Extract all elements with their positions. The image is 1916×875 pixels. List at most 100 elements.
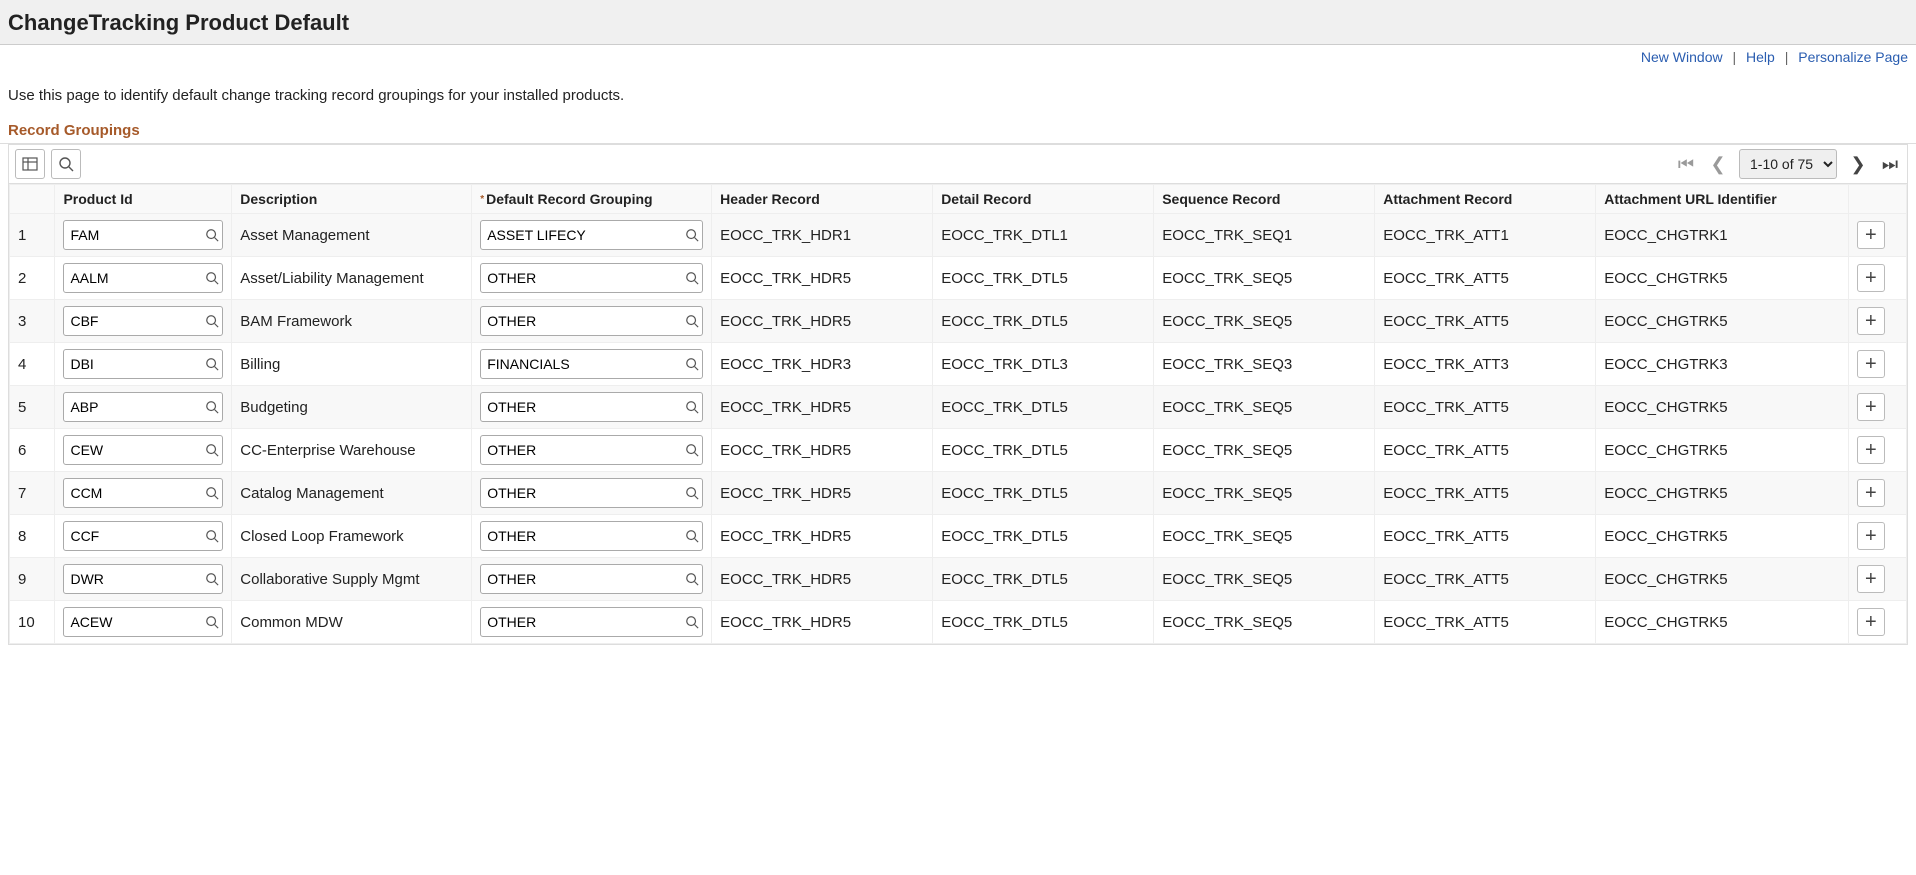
search-icon	[205, 615, 219, 629]
default-grouping-header[interactable]: *Default Record Grouping	[472, 185, 712, 214]
default-grouping-lookup-button[interactable]	[682, 357, 702, 371]
description-cell: Collaborative Supply Mgmt	[232, 558, 472, 601]
attachment-url-cell: EOCC_CHGTRK5	[1596, 300, 1849, 343]
plus-icon: +	[1865, 396, 1877, 419]
pager-range-select[interactable]: 1-10 of 75	[1739, 149, 1837, 179]
default-grouping-input[interactable]	[481, 270, 682, 286]
sequence-record-cell: EOCC_TRK_SEQ5	[1154, 257, 1375, 300]
product-id-input[interactable]	[64, 227, 202, 243]
add-row-button[interactable]: +	[1857, 436, 1885, 464]
add-row-button[interactable]: +	[1857, 608, 1885, 636]
next-page-icon[interactable]: ❯	[1847, 154, 1869, 175]
default-grouping-lookup-button[interactable]	[682, 615, 702, 629]
add-row-button[interactable]: +	[1857, 565, 1885, 593]
product-id-lookup-button[interactable]	[202, 529, 222, 543]
product-id-lookup-button[interactable]	[202, 486, 222, 500]
row-number-cell: 4	[10, 343, 55, 386]
add-row-button[interactable]: +	[1857, 307, 1885, 335]
default-grouping-input[interactable]	[481, 356, 682, 372]
default-grouping-lookup-button[interactable]	[682, 228, 702, 242]
product-id-lookup-button[interactable]	[202, 228, 222, 242]
default-grouping-lookup-button[interactable]	[682, 529, 702, 543]
default-grouping-input[interactable]	[481, 571, 682, 587]
page-header: ChangeTracking Product Default	[0, 0, 1916, 45]
add-row-button[interactable]: +	[1857, 393, 1885, 421]
attachment-url-header[interactable]: Attachment URL Identifier	[1596, 185, 1849, 214]
default-grouping-input[interactable]	[481, 485, 682, 501]
grid-settings-button[interactable]	[15, 149, 45, 179]
add-row-button[interactable]: +	[1857, 264, 1885, 292]
new-window-link[interactable]: New Window	[1641, 49, 1723, 65]
prev-page-icon[interactable]: ❮	[1707, 154, 1729, 175]
detail-record-header[interactable]: Detail Record	[933, 185, 1154, 214]
help-link[interactable]: Help	[1746, 49, 1775, 65]
product-id-lookup-button[interactable]	[202, 572, 222, 586]
last-page-icon[interactable]: ⏭	[1879, 154, 1901, 175]
product-id-input[interactable]	[64, 313, 202, 329]
description-header[interactable]: Description	[232, 185, 472, 214]
table-row: 6CC-Enterprise WarehouseEOCC_TRK_HDR5EOC…	[10, 429, 1907, 472]
header-record-cell: EOCC_TRK_HDR5	[712, 601, 933, 644]
header-record-cell: EOCC_TRK_HDR5	[712, 429, 933, 472]
detail-record-cell: EOCC_TRK_DTL5	[933, 300, 1154, 343]
plus-icon: +	[1865, 482, 1877, 505]
default-grouping-input[interactable]	[481, 399, 682, 415]
product-id-lookup-button[interactable]	[202, 443, 222, 457]
default-grouping-input[interactable]	[481, 614, 682, 630]
plus-icon: +	[1865, 224, 1877, 247]
product-id-lookup-button[interactable]	[202, 314, 222, 328]
product-id-input[interactable]	[64, 571, 202, 587]
product-id-input[interactable]	[64, 614, 202, 630]
sequence-record-header[interactable]: Sequence Record	[1154, 185, 1375, 214]
default-grouping-input[interactable]	[481, 528, 682, 544]
product-id-lookup-button[interactable]	[202, 400, 222, 414]
default-grouping-input[interactable]	[481, 313, 682, 329]
default-grouping-lookup-button[interactable]	[682, 443, 702, 457]
add-row-button[interactable]: +	[1857, 221, 1885, 249]
header-record-header[interactable]: Header Record	[712, 185, 933, 214]
product-id-lookup-button[interactable]	[202, 271, 222, 285]
sequence-record-cell: EOCC_TRK_SEQ5	[1154, 429, 1375, 472]
default-grouping-lookup-button[interactable]	[682, 314, 702, 328]
default-grouping-input[interactable]	[481, 442, 682, 458]
plus-icon: +	[1865, 525, 1877, 548]
product-id-input[interactable]	[64, 528, 202, 544]
header-record-cell: EOCC_TRK_HDR5	[712, 257, 933, 300]
row-number-cell: 7	[10, 472, 55, 515]
add-row-button[interactable]: +	[1857, 350, 1885, 378]
add-row-button[interactable]: +	[1857, 522, 1885, 550]
first-page-icon[interactable]: ⏮	[1675, 154, 1697, 175]
link-separator: |	[1733, 49, 1737, 65]
personalize-page-link[interactable]: Personalize Page	[1798, 49, 1908, 65]
default-grouping-cell	[472, 343, 712, 386]
product-id-lookup-button[interactable]	[202, 357, 222, 371]
default-grouping-lookup-button[interactable]	[682, 486, 702, 500]
default-grouping-lookup-button[interactable]	[682, 271, 702, 285]
add-row-header	[1848, 185, 1906, 214]
attachment-record-header[interactable]: Attachment Record	[1375, 185, 1596, 214]
product-id-input[interactable]	[64, 356, 202, 372]
product-id-input[interactable]	[64, 270, 202, 286]
product-id-cell	[55, 472, 232, 515]
product-id-cell	[55, 429, 232, 472]
product-id-input[interactable]	[64, 442, 202, 458]
product-id-header[interactable]: Product Id	[55, 185, 232, 214]
add-row-cell: +	[1848, 472, 1906, 515]
product-id-input[interactable]	[64, 399, 202, 415]
grid-find-button[interactable]	[51, 149, 81, 179]
section-title: Record Groupings	[0, 118, 1916, 144]
default-grouping-lookup-button[interactable]	[682, 572, 702, 586]
default-grouping-input[interactable]	[481, 227, 682, 243]
default-grouping-lookup-button[interactable]	[682, 400, 702, 414]
table-row: 4BillingEOCC_TRK_HDR3EOCC_TRK_DTL3EOCC_T…	[10, 343, 1907, 386]
row-number-cell: 2	[10, 257, 55, 300]
product-id-lookup-button[interactable]	[202, 615, 222, 629]
page-action-links: New Window | Help | Personalize Page	[0, 45, 1916, 69]
table-row: 5BudgetingEOCC_TRK_HDR5EOCC_TRK_DTL5EOCC…	[10, 386, 1907, 429]
product-id-input[interactable]	[64, 485, 202, 501]
add-row-cell: +	[1848, 515, 1906, 558]
table-header-row: Product Id Description *Default Record G…	[10, 185, 1907, 214]
add-row-button[interactable]: +	[1857, 479, 1885, 507]
search-icon	[205, 529, 219, 543]
sequence-record-cell: EOCC_TRK_SEQ1	[1154, 214, 1375, 257]
